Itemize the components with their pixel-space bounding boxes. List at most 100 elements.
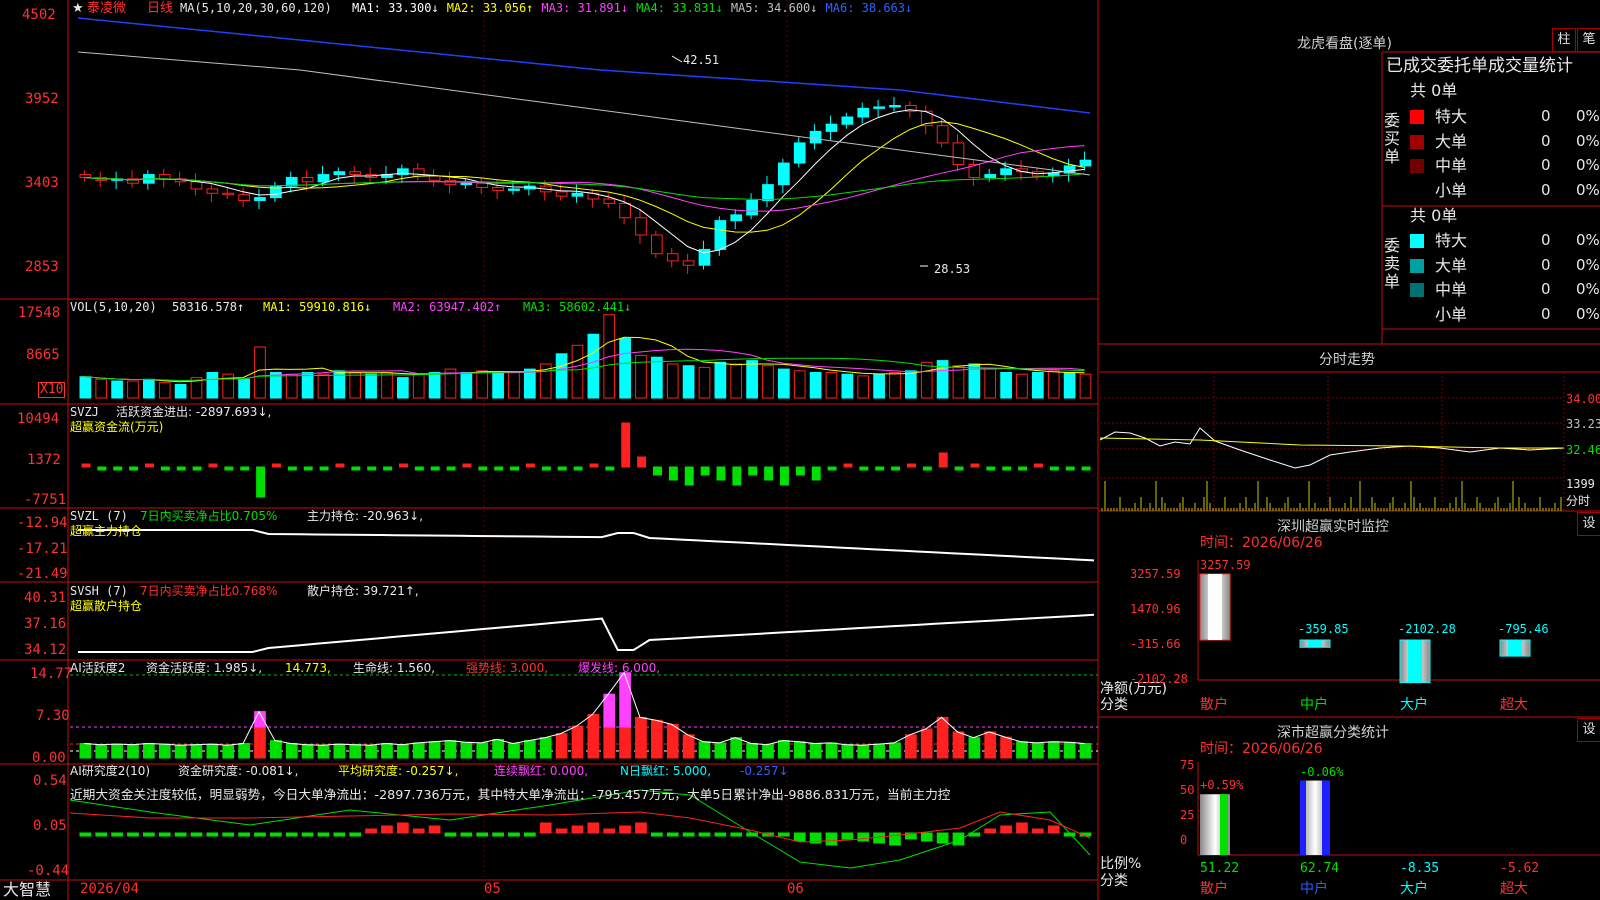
sz-monitor-time: 时间：2026/06/26	[1200, 535, 1323, 551]
ma-value: MA6: 38.663↓	[825, 1, 913, 15]
svzj-ytick: 1372	[27, 452, 61, 468]
research-bar	[349, 832, 362, 837]
research-bar	[158, 832, 171, 837]
candle-up	[492, 187, 504, 191]
sz-monitor-category: 中户	[1300, 697, 1328, 713]
ai-active-title: AI活跃度2	[70, 661, 126, 675]
activity-bar	[825, 742, 838, 759]
sell-row-pct: 0%	[1576, 255, 1600, 274]
activity-bar	[1000, 736, 1012, 759]
research-bar	[841, 832, 854, 840]
candle-up	[666, 253, 679, 262]
flow-bar	[81, 463, 91, 468]
candle-up	[158, 174, 171, 180]
flow-bar	[1049, 466, 1059, 471]
volume-bar	[587, 333, 600, 399]
sz-class-category: 中户	[1300, 881, 1328, 897]
star-icon[interactable]: ★	[72, 1, 84, 16]
research-bar	[778, 832, 790, 837]
sz-monitor-value: 3257.59	[1200, 558, 1251, 572]
activity-bar	[682, 734, 695, 759]
sz-class-xlabel: 分类	[1100, 873, 1128, 889]
low-price-label: 28.53	[934, 262, 971, 276]
research-bar	[301, 832, 314, 837]
ai-research-ytick: -0.44	[27, 863, 70, 879]
research-bar	[254, 832, 266, 837]
vol-unit-badge[interactable]: X10	[38, 382, 66, 398]
candle-up	[619, 202, 631, 219]
research-bar	[555, 828, 568, 834]
volume-bar	[825, 372, 838, 399]
research-bar	[651, 832, 663, 837]
activity-bar	[508, 743, 520, 759]
sell-row-name: 中单	[1435, 280, 1468, 299]
flow-bar	[383, 466, 393, 471]
sell-color-swatch	[1410, 307, 1424, 322]
bar-view-button[interactable]: 柱	[1552, 28, 1576, 52]
ma-line	[84, 173, 1085, 201]
sz-monitor-settings-button[interactable]: 设	[1577, 512, 1600, 536]
research-bar	[381, 825, 393, 834]
price-ytick: 3952	[25, 91, 59, 107]
volume-bar	[555, 353, 568, 399]
research-bar	[444, 832, 457, 837]
app-name[interactable]: 大智慧	[3, 880, 51, 899]
ma-line	[84, 145, 1085, 212]
research-bar	[666, 832, 679, 837]
candle-down	[873, 106, 885, 109]
buy-row-pct: 0%	[1576, 180, 1600, 199]
buy-row-count: 0	[1541, 180, 1551, 199]
buy-color-swatch	[1410, 183, 1424, 198]
ai-research-val4: N日飘红: 5.000,	[620, 764, 712, 778]
research-bar	[873, 832, 885, 844]
research-bar	[698, 832, 711, 837]
activity-bar	[301, 744, 314, 759]
volume-bar	[1016, 373, 1028, 399]
class-bar-accent	[1220, 794, 1228, 855]
sz-class-category: 大户	[1400, 881, 1428, 897]
activity-bar	[1063, 741, 1076, 759]
ai-active-ytick: 0.00	[32, 750, 66, 766]
research-bar	[127, 832, 139, 837]
activity-bar	[158, 743, 171, 759]
activity-line	[84, 671, 1085, 746]
research-bar	[524, 832, 536, 837]
flow-bar	[256, 466, 266, 498]
sell-row-name: 特大	[1435, 231, 1468, 250]
research-bar	[317, 832, 330, 837]
research-bar	[476, 832, 489, 837]
tick-view-button[interactable]: 笔	[1577, 28, 1600, 52]
candle-up	[476, 182, 489, 189]
volume-bar	[889, 372, 901, 399]
research-bar	[730, 832, 743, 837]
volume-bar	[238, 378, 250, 399]
sz-monitor-ytick: 1470.96	[1130, 602, 1181, 616]
sz-class-change: +0.59%	[1200, 778, 1244, 793]
sz-monitor-value: -2102.28	[1398, 622, 1456, 636]
flow-bar	[557, 466, 567, 471]
flow-bar	[1081, 466, 1091, 471]
holding-line	[78, 529, 1095, 562]
activity-bar	[95, 744, 108, 759]
longhu-title: 龙虎看盘(逐单)	[1297, 36, 1392, 52]
vol-ytick: 17548	[18, 305, 61, 321]
period-label[interactable]: 日线	[147, 1, 173, 16]
sz-class-settings-button[interactable]: 设	[1577, 718, 1600, 742]
volume-bar	[111, 380, 123, 399]
activity-bar	[920, 728, 933, 759]
volume-bar	[666, 363, 679, 399]
research-bar	[682, 832, 695, 837]
retail-holding-line	[78, 613, 1095, 653]
volume-bar	[158, 382, 171, 399]
ma-value: MA1: 33.300↓	[352, 1, 439, 15]
flow-bar	[684, 466, 694, 486]
volume-bar	[651, 356, 663, 399]
volume-bar	[698, 366, 711, 399]
research-bar	[95, 832, 108, 837]
intraday-ytick: 33.23	[1566, 417, 1600, 431]
activity-bar	[984, 731, 997, 759]
activity-bar	[619, 672, 631, 729]
buy-row-name: 小单	[1435, 180, 1468, 200]
research-bar	[920, 832, 933, 842]
ai-research-val1: 资金研究度: -0.081↓,	[178, 764, 299, 778]
